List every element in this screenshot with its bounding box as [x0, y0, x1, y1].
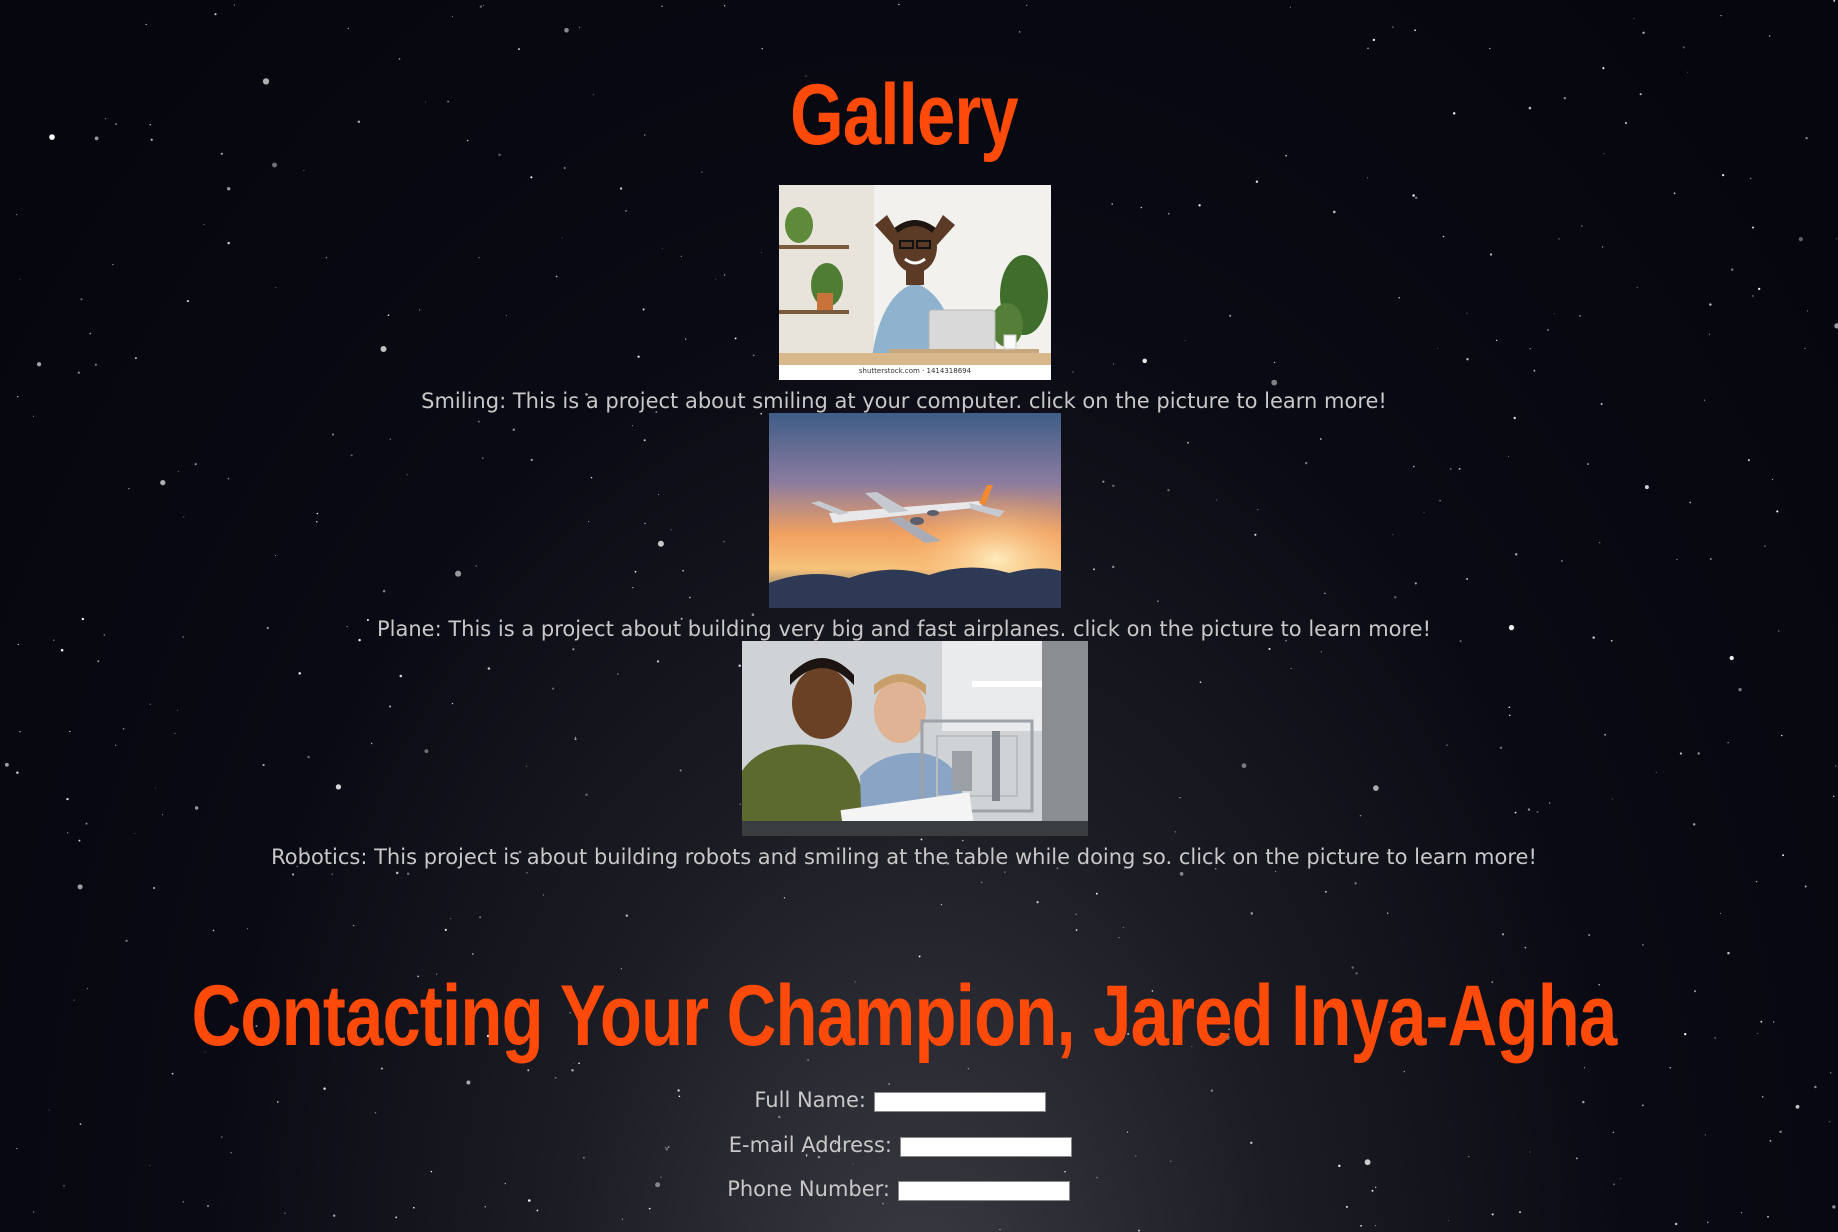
gallery-caption-plane: Plane: This is a project about building … [376, 617, 1432, 641]
email-label: E-mail Address: [728, 1133, 892, 1157]
gallery-image-smiling[interactable]: shutterstock.com · 1414318694 [779, 185, 1051, 380]
email-input[interactable] [900, 1137, 1072, 1157]
gallery-image-robotics[interactable] [742, 641, 1088, 836]
image-watermark: shutterstock.com · 1414318694 [858, 367, 972, 375]
gallery-image-plane[interactable] [769, 413, 1061, 608]
phone-row: Phone Number: [0, 1176, 1838, 1206]
contact-title: Contacting Your Champion, Jared Inya-Agh… [191, 968, 1618, 1064]
photo-students-robotics-icon [742, 641, 1088, 836]
phone-label: Phone Number: [727, 1177, 890, 1201]
gallery-caption-smiling: Smiling: This is a project about smiling… [421, 389, 1387, 413]
phone-input[interactable] [898, 1181, 1070, 1201]
full-name-input[interactable] [874, 1092, 1046, 1112]
gallery-caption-robotics: Robotics: This project is about building… [271, 845, 1537, 869]
page: Gallery shutterstock.com · 1414318694 Sm… [0, 0, 1838, 1232]
email-row: E-mail Address: [0, 1132, 1838, 1162]
photo-man-smiling-icon [779, 185, 1051, 380]
full-name-label: Full Name: [754, 1088, 866, 1112]
full-name-row: Full Name: [0, 1087, 1838, 1117]
gallery-title: Gallery [790, 67, 1019, 163]
photo-airplane-sunset-icon [769, 413, 1061, 608]
